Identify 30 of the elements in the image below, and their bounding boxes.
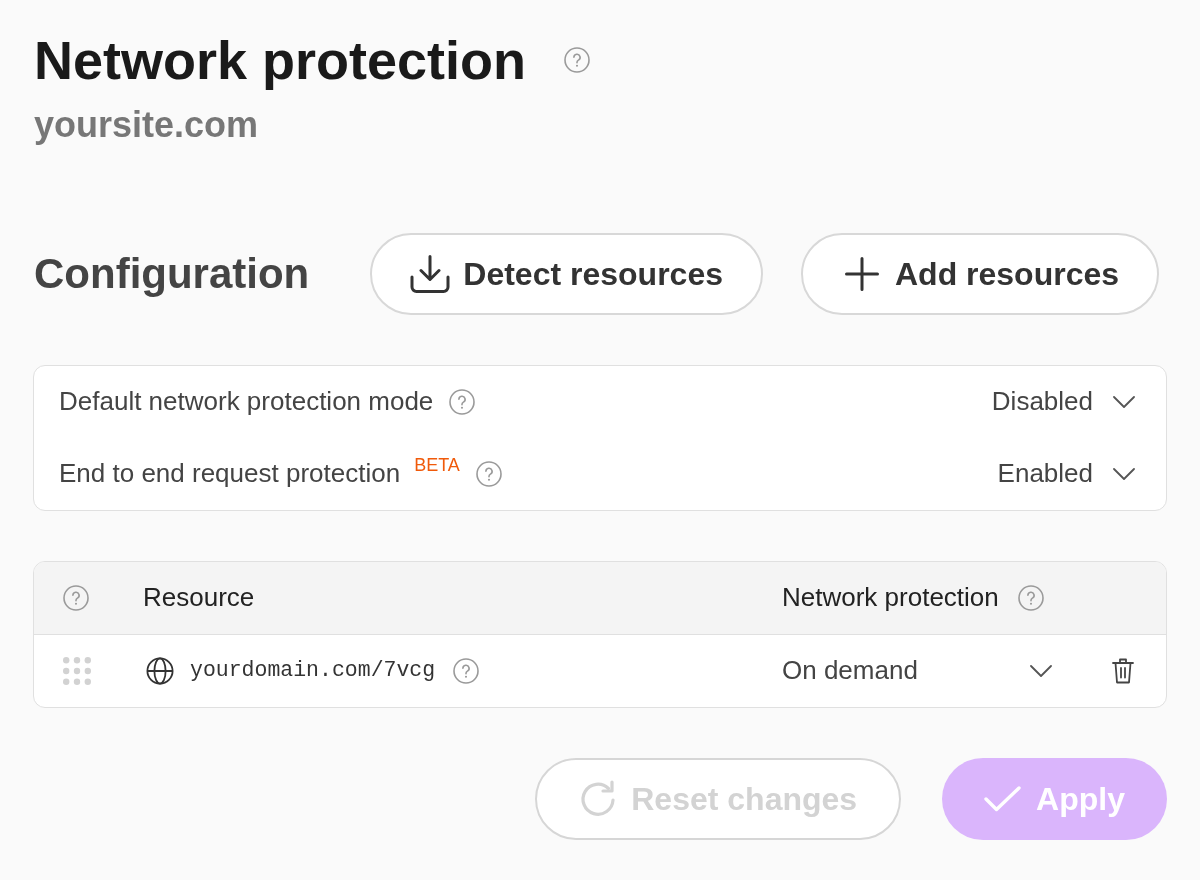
reset-icon bbox=[579, 780, 618, 818]
chevron-icon bbox=[1030, 665, 1052, 677]
help-icon[interactable] bbox=[1017, 585, 1044, 611]
check-icon bbox=[984, 786, 1022, 812]
protection-dropdown[interactable]: On demand bbox=[782, 655, 1052, 687]
resource-path: yourdomain.com/7vcg bbox=[190, 658, 436, 684]
plus-icon bbox=[844, 257, 879, 291]
page-subtitle: yoursite.com bbox=[34, 104, 259, 146]
section-heading: Configuration bbox=[34, 249, 310, 299]
download-icon bbox=[410, 255, 451, 293]
beta-label: BETA bbox=[414, 455, 460, 477]
trash-icon[interactable] bbox=[1112, 658, 1134, 684]
setting-dropdown[interactable]: Enabled bbox=[997, 458, 1135, 490]
help-icon[interactable] bbox=[475, 461, 502, 487]
help-icon[interactable] bbox=[453, 658, 480, 684]
add-resources-button[interactable]: Add resources bbox=[800, 233, 1160, 315]
globe-icon bbox=[146, 657, 174, 685]
drag-handle-icon[interactable] bbox=[63, 657, 91, 685]
setting-label: Default network protection mode bbox=[59, 386, 434, 418]
help-icon[interactable] bbox=[564, 47, 591, 73]
help-icon[interactable] bbox=[63, 585, 89, 611]
setting-dropdown[interactable]: Disabled bbox=[991, 386, 1135, 418]
detect-resources-button[interactable]: Detect resources bbox=[370, 233, 763, 315]
help-icon[interactable] bbox=[449, 389, 476, 415]
setting-label: End to end request protection bbox=[59, 458, 401, 490]
chevron-icon bbox=[1113, 396, 1135, 408]
column-header: Resource bbox=[143, 582, 255, 614]
column-header: Network protection bbox=[782, 582, 999, 614]
chevron-icon bbox=[1113, 468, 1135, 480]
page-title: Network protection bbox=[34, 29, 527, 91]
